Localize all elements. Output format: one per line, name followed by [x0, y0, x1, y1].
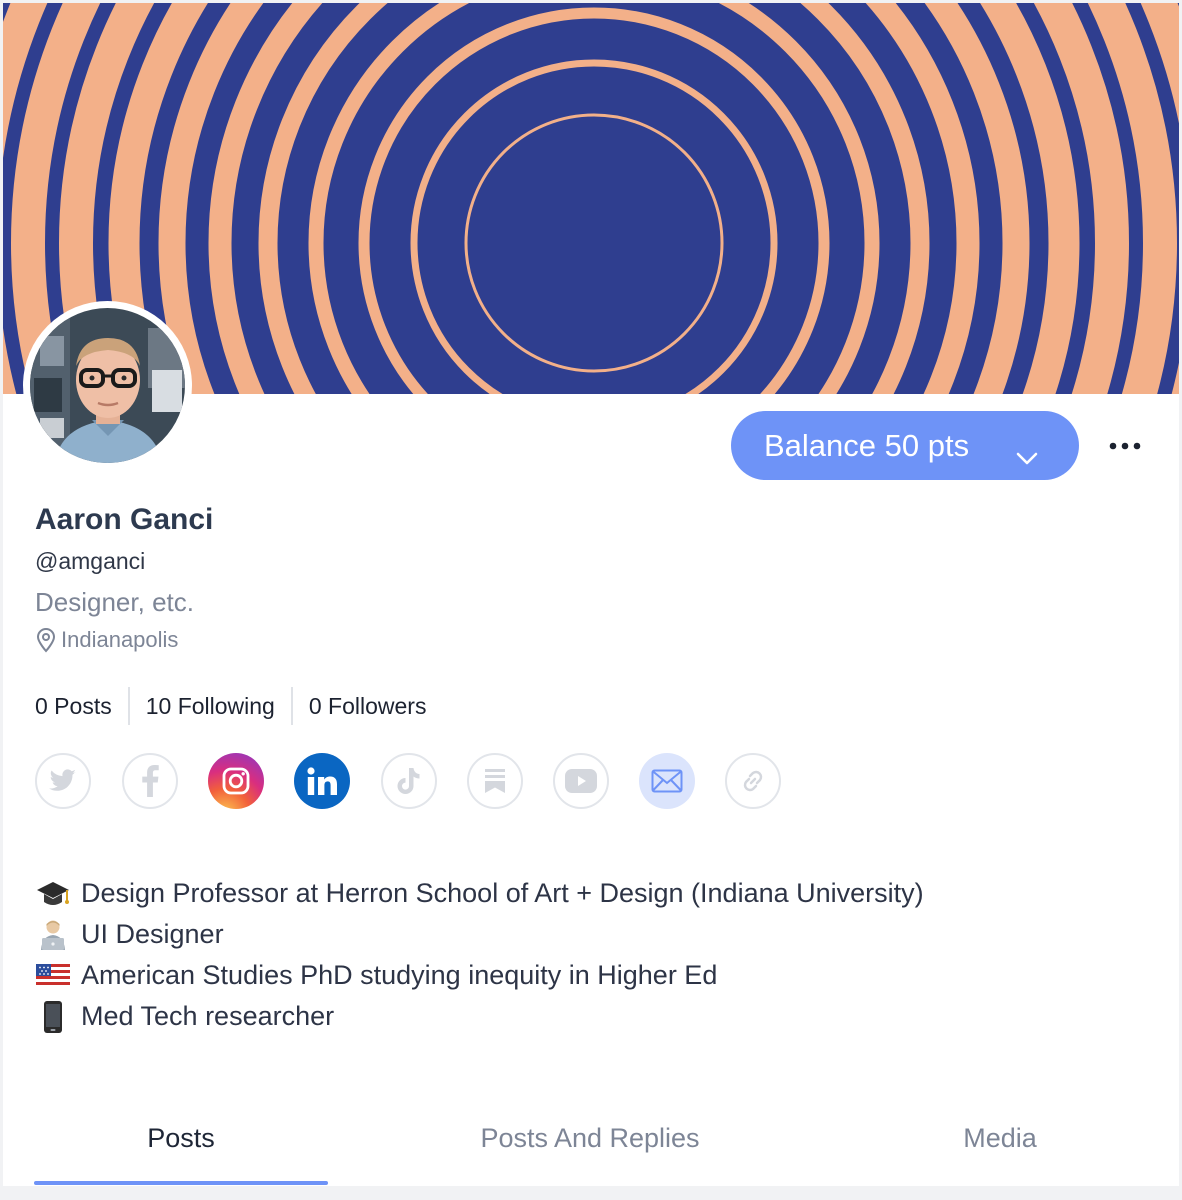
profile-banner — [3, 3, 1179, 394]
avatar-photo — [30, 308, 185, 463]
bio-line: American Studies PhD studying inequity i… — [35, 955, 924, 996]
linkedin-link[interactable] — [294, 753, 350, 809]
chevron-down-icon — [1016, 438, 1038, 474]
stat-followers[interactable]: 0 Followers — [290, 687, 443, 725]
twitter-icon — [49, 769, 76, 791]
profile-location: Indianapolis — [35, 625, 178, 655]
email-icon — [651, 769, 683, 793]
tab-media[interactable]: Media — [853, 1123, 1147, 1186]
email-link[interactable] — [639, 753, 695, 809]
linkedin-icon — [307, 767, 337, 795]
website-link[interactable] — [725, 753, 781, 809]
bio-line: Med Tech researcher — [35, 996, 924, 1037]
tab-posts-and-replies[interactable]: Posts And Replies — [443, 1123, 737, 1186]
bio-line: Design Professor at Herron School of Art… — [35, 873, 924, 914]
profile-tagline: Designer, etc. — [35, 587, 194, 617]
youtube-link[interactable] — [553, 753, 609, 809]
technologist-icon — [35, 919, 71, 951]
instagram-link[interactable] — [208, 753, 264, 809]
youtube-icon — [565, 769, 597, 793]
graduation-cap-icon — [35, 879, 71, 909]
profile-bio: Design Professor at Herron School of Art… — [35, 873, 924, 1037]
facebook-link[interactable] — [122, 753, 178, 809]
bio-text: Med Tech researcher — [81, 1001, 335, 1031]
twitter-link[interactable] — [35, 753, 91, 809]
active-tab-indicator — [34, 1181, 328, 1185]
more-dots-icon — [1109, 442, 1141, 450]
substack-icon — [485, 769, 505, 793]
tab-posts[interactable]: Posts — [34, 1123, 328, 1186]
facebook-icon — [142, 765, 159, 797]
mobile-phone-icon — [35, 1000, 71, 1033]
link-icon — [743, 770, 763, 792]
tiktok-link[interactable] — [381, 753, 437, 809]
profile-name: Aaron Ganci — [35, 503, 214, 536]
location-text: Indianapolis — [61, 627, 179, 652]
tiktok-icon — [397, 768, 420, 794]
profile-card: Balance 50 pts Aaron Ganci @amganci Desi… — [3, 3, 1179, 1186]
more-options-button[interactable] — [1103, 431, 1147, 461]
bio-text: UI Designer — [81, 919, 224, 949]
bio-text: American Studies PhD studying inequity i… — [81, 960, 718, 990]
profile-tabs: Posts Posts And Replies Media — [3, 1123, 1179, 1186]
bio-line: UI Designer — [35, 914, 924, 955]
instagram-icon — [222, 767, 250, 795]
balance-button[interactable]: Balance 50 pts — [731, 411, 1079, 480]
us-flag-icon — [35, 963, 71, 988]
profile-stats: 0 Posts 10 Following 0 Followers — [35, 686, 442, 726]
profile-handle: @amganci — [35, 548, 146, 574]
stat-following[interactable]: 10 Following — [127, 687, 291, 725]
substack-link[interactable] — [467, 753, 523, 809]
balance-label: Balance 50 pts — [764, 427, 970, 463]
stat-posts[interactable]: 0 Posts — [35, 687, 128, 725]
location-pin-icon — [35, 627, 57, 653]
avatar[interactable] — [23, 301, 192, 470]
bio-text: Design Professor at Herron School of Art… — [81, 878, 924, 908]
